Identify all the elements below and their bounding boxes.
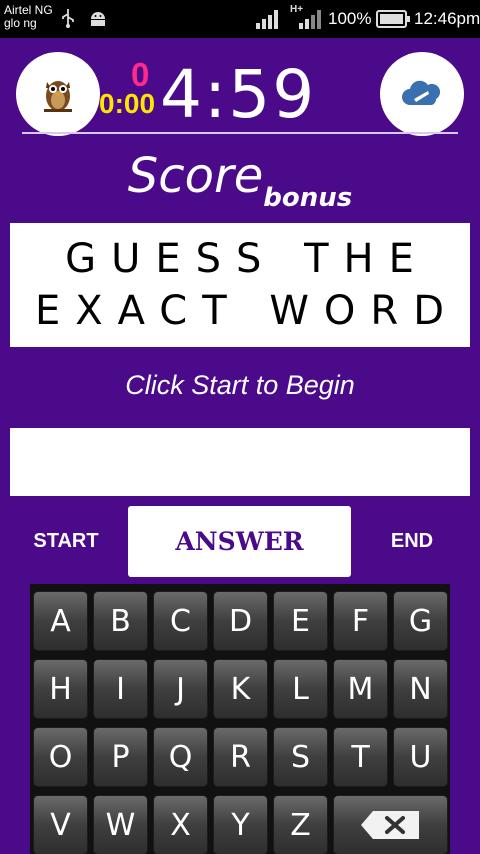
signal-icon-secondary [299, 10, 321, 29]
key-y[interactable]: Y [213, 795, 268, 854]
key-w[interactable]: W [93, 795, 148, 854]
battery-icon [376, 10, 410, 28]
word-line-1: GUESS THE [65, 236, 429, 282]
key-h[interactable]: H [33, 659, 88, 719]
key-l[interactable]: L [273, 659, 328, 719]
key-c[interactable]: C [153, 591, 208, 651]
usb-icon [62, 9, 74, 28]
key-o[interactable]: O [33, 727, 88, 787]
key-m[interactable]: M [333, 659, 388, 719]
key-e[interactable]: E [273, 591, 328, 651]
countdown-timer: 4:59 [160, 56, 317, 133]
start-button[interactable]: START [18, 530, 114, 553]
key-r[interactable]: R [213, 727, 268, 787]
key-t[interactable]: T [333, 727, 388, 787]
word-display: GUESS THE EXACT WORD [10, 223, 470, 347]
key-k[interactable]: K [213, 659, 268, 719]
cloud-icon [402, 80, 441, 105]
key-x[interactable]: X [153, 795, 208, 854]
key-p[interactable]: P [93, 727, 148, 787]
answer-input[interactable] [10, 428, 470, 496]
key-v[interactable]: V [33, 795, 88, 854]
key-n[interactable]: N [393, 659, 448, 719]
key-d[interactable]: D [213, 591, 268, 651]
battery-level: 100% [328, 9, 372, 28]
owl-button[interactable] [16, 52, 100, 136]
instruction-text: Click Start to Begin [125, 370, 355, 400]
key-b[interactable]: B [93, 591, 148, 651]
key-a[interactable]: A [33, 591, 88, 651]
status-clock: 12:46pm [414, 9, 480, 28]
end-button[interactable]: END [372, 530, 452, 553]
key-j[interactable]: J [153, 659, 208, 719]
word-line-2: EXACT WORD [34, 288, 460, 334]
answer-button[interactable]: ANSWER [128, 506, 351, 577]
backspace-key[interactable] [333, 795, 448, 854]
android-icon [91, 12, 105, 26]
score-display: Scorebonus [0, 148, 480, 213]
key-g[interactable]: G [393, 591, 448, 651]
key-i[interactable]: I [93, 659, 148, 719]
carrier-info: Airtel NG glo ng [4, 4, 53, 30]
key-f[interactable]: F [333, 591, 388, 651]
key-s[interactable]: S [273, 727, 328, 787]
header-divider [22, 132, 458, 134]
bonus-label: bonus [263, 183, 353, 213]
status-bar: Airtel NG glo ng H+ 100% 12:46pm [0, 0, 480, 38]
cloud-button[interactable] [380, 52, 464, 136]
backspace-icon [360, 811, 419, 839]
owl-icon [44, 81, 72, 112]
score-label: Score [127, 148, 264, 204]
key-q[interactable]: Q [153, 727, 208, 787]
letter-keyboard: A B C D E F G H I J K L M N O P Q R S T … [30, 584, 450, 854]
key-u[interactable]: U [393, 727, 448, 787]
signal-icon [256, 10, 278, 29]
elapsed-timer: 0:00 [99, 88, 156, 119]
key-z[interactable]: Z [273, 795, 328, 854]
carrier-secondary: glo ng [4, 16, 37, 30]
